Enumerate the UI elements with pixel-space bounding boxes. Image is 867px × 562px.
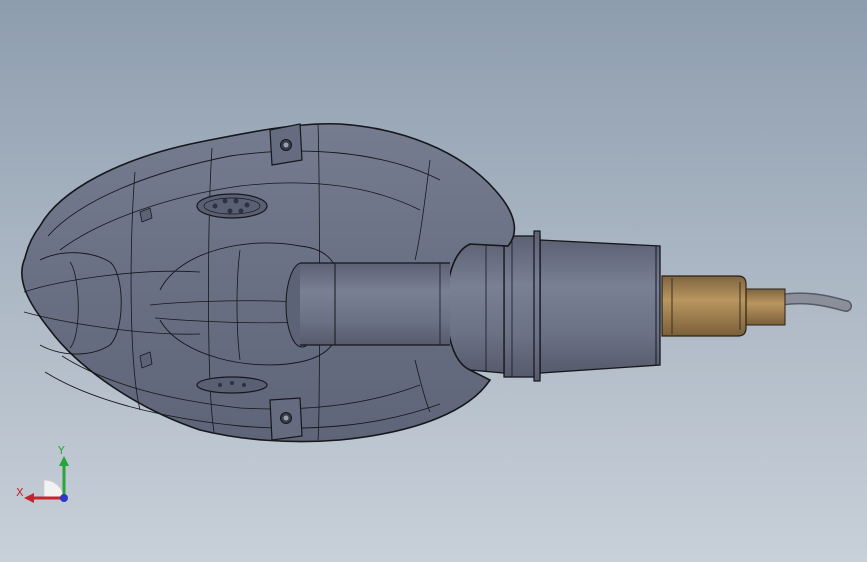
z-axis-dot xyxy=(60,494,68,502)
x-axis-label: X xyxy=(16,486,24,499)
triad-graphic xyxy=(24,456,69,503)
vent-grille-top xyxy=(196,193,268,219)
vent-grille-bottom xyxy=(196,376,268,394)
neck-cylinder xyxy=(285,262,450,348)
3d-viewport[interactable]: X Y xyxy=(0,0,867,562)
coordinate-triad: X Y xyxy=(10,440,80,510)
y-axis-arrow xyxy=(59,456,69,466)
brass-connector xyxy=(661,275,786,337)
y-axis-label: Y xyxy=(58,444,65,457)
x-axis-arrow xyxy=(24,493,34,503)
tapered-housing xyxy=(539,239,661,374)
mount-boss-bottom xyxy=(269,397,303,441)
cad-model[interactable] xyxy=(0,0,867,562)
mount-boss-top xyxy=(269,123,303,166)
flange-rings xyxy=(503,230,541,382)
